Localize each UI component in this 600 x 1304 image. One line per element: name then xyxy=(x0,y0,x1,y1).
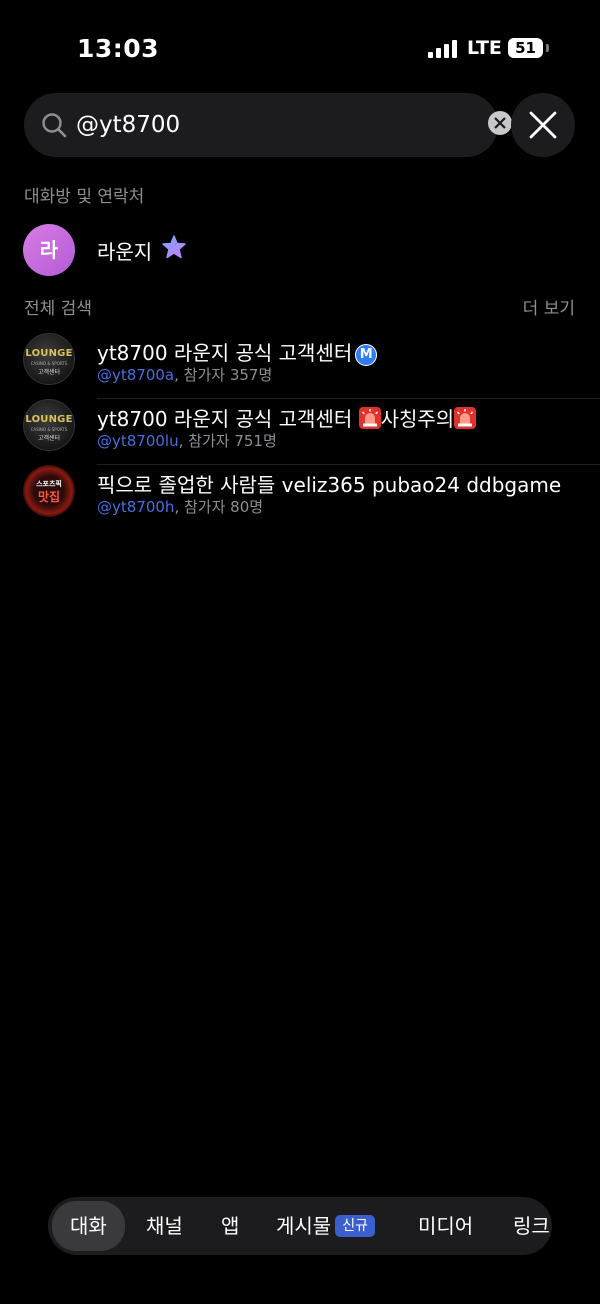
network-type: LTE xyxy=(467,37,502,59)
close-search-button[interactable] xyxy=(511,93,575,157)
battery-icon: 51 xyxy=(508,38,549,58)
participant-count: , 참가자 357명 xyxy=(174,366,273,384)
result-subtitle: @yt8700lu, 참가자 751명 xyxy=(97,430,277,451)
battery-level: 51 xyxy=(515,39,536,57)
contact-item[interactable]: 라 라운지 xyxy=(0,220,600,280)
search-result-item[interactable]: 스포츠픽 맛집 픽으로 졸업한 사람들 veliz365 pubao24 ddb… xyxy=(0,465,600,531)
tab-media[interactable]: 미디어 xyxy=(418,1197,473,1255)
participant-count: , 참가자 751명 xyxy=(178,432,277,450)
result-handle: @yt8700a xyxy=(97,366,175,384)
result-subtitle: @yt8700a, 참가자 357명 xyxy=(97,364,272,385)
search-icon xyxy=(42,113,67,138)
contact-name: 라운지 xyxy=(97,240,153,264)
result-subtitle: @yt8700h, 참가자 80명 xyxy=(97,496,263,517)
m-badge-icon: M xyxy=(355,344,378,366)
result-handle: @yt8700lu xyxy=(97,432,179,450)
clear-icon xyxy=(494,117,506,129)
section-title-contacts: 대화방 및 연락처 xyxy=(24,187,145,207)
tab-channels[interactable]: 채널 xyxy=(146,1197,183,1255)
tab-posts[interactable]: 게시물 신규 xyxy=(276,1197,375,1255)
search-filter-tabs: 대화 채널 앱 게시물 신규 미디어 링크 xyxy=(48,1197,552,1255)
search-bar[interactable] xyxy=(24,93,512,157)
close-icon xyxy=(529,111,557,139)
status-bar: 13:03 LTE 51 xyxy=(0,0,600,90)
tab-chats[interactable]: 대화 xyxy=(52,1201,125,1251)
more-link[interactable]: 더 보기 xyxy=(523,294,575,319)
siren-icon xyxy=(358,407,381,429)
result-title: yt8700 라운지 공식 고객센터 사칭주의 xyxy=(97,403,477,432)
section-title-all-search: 전체 검색 xyxy=(24,299,92,319)
tab-links[interactable]: 링크 xyxy=(513,1197,550,1255)
result-title: yt8700 라운지 공식 고객센터 M xyxy=(97,337,378,366)
avatar: LOUNGE CASINO & SPORTS 고객센터 xyxy=(23,333,75,385)
participant-count: , 참가자 80명 xyxy=(174,498,264,516)
star-icon xyxy=(162,235,186,259)
status-time: 13:03 xyxy=(77,34,160,63)
search-result-item[interactable]: LOUNGE CASINO & SPORTS 고객센터 yt8700 라운지 공… xyxy=(0,333,600,399)
cellular-signal-icon xyxy=(428,40,458,58)
result-handle: @yt8700h xyxy=(97,498,175,516)
siren-icon xyxy=(454,407,477,429)
new-badge: 신규 xyxy=(335,1215,375,1237)
result-title: 픽으로 졸업한 사람들 veliz365 pubao24 ddbgame xyxy=(97,473,562,497)
search-result-item[interactable]: LOUNGE CASINO & SPORTS 고객센터 yt8700 라운지 공… xyxy=(0,399,600,465)
search-input[interactable] xyxy=(76,103,456,147)
avatar: 라 xyxy=(23,224,75,276)
tab-apps[interactable]: 앱 xyxy=(221,1197,239,1255)
tab-posts-label: 게시물 xyxy=(276,1214,332,1238)
avatar: LOUNGE CASINO & SPORTS 고객센터 xyxy=(23,399,75,451)
avatar: 스포츠픽 맛집 xyxy=(23,465,75,517)
clear-search-button[interactable] xyxy=(488,111,512,135)
